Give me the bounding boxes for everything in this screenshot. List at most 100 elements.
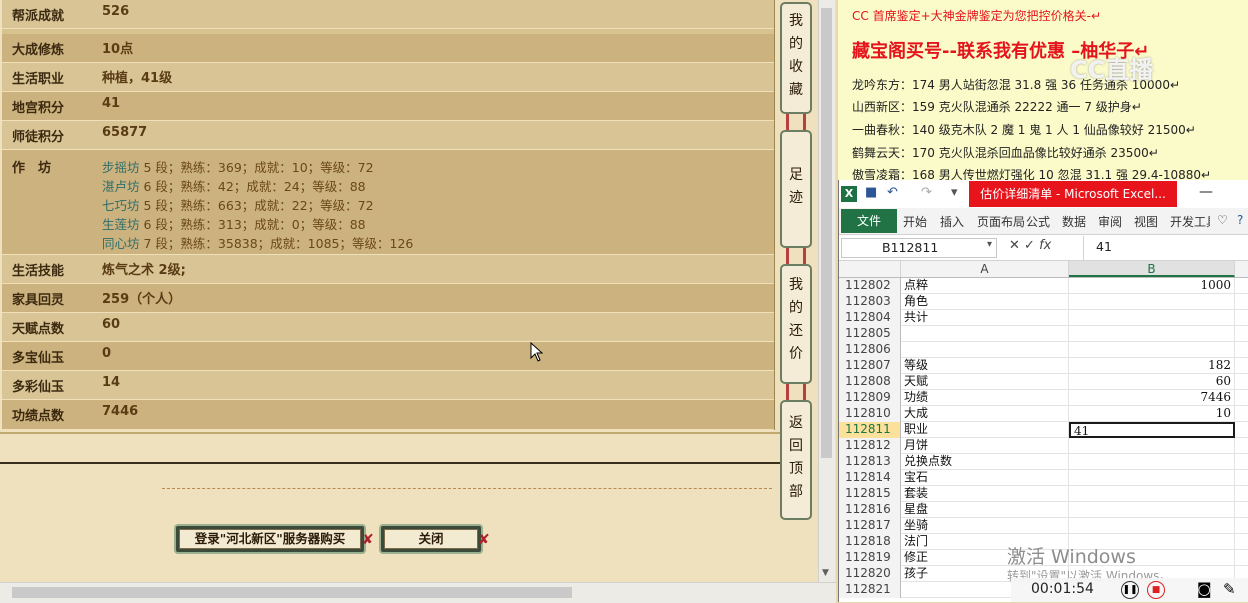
cell-b[interactable] [1069, 342, 1235, 358]
table-row[interactable]: 112806 [839, 342, 1248, 358]
undo-icon[interactable]: ↶ [887, 185, 898, 200]
table-row[interactable]: 112814 宝石 [839, 470, 1248, 486]
table-row[interactable]: 112807 等级 182 [839, 358, 1248, 374]
row-header[interactable]: 112806 [839, 342, 901, 358]
cell-a[interactable]: 等级 [901, 358, 1069, 374]
cell-b[interactable] [1069, 502, 1235, 518]
row-header[interactable]: 112813 [839, 454, 901, 470]
cell-a[interactable]: 功绩 [901, 390, 1069, 406]
cell-b[interactable] [1069, 438, 1235, 454]
pencil-icon[interactable]: ✎ [1223, 580, 1236, 598]
active-cell-b[interactable]: 41 [1069, 422, 1235, 438]
tab-data[interactable]: 数据 [1062, 213, 1086, 230]
horizontal-scrollbar[interactable] [0, 582, 836, 603]
tab-my-favorites[interactable]: 我的收藏 [780, 2, 812, 114]
cell-b[interactable] [1069, 454, 1235, 470]
cell-b[interactable] [1069, 518, 1235, 534]
row-header[interactable]: 112821 [839, 582, 901, 598]
table-row[interactable]: 112816 星盘 [839, 502, 1248, 518]
cell-a[interactable]: 大成 [901, 406, 1069, 422]
cell-b[interactable]: 60 [1069, 374, 1235, 390]
table-row[interactable]: 112803 角色 [839, 294, 1248, 310]
scroll-down-icon[interactable]: ▼ [822, 568, 829, 578]
cell-a[interactable]: 点粹 [901, 278, 1069, 294]
cell-b[interactable]: 7446 [1069, 390, 1235, 406]
tab-file[interactable]: 文件 [841, 209, 897, 233]
cancel-icon[interactable]: ✕ [1009, 238, 1020, 253]
table-row[interactable]: 112811 职业 41 [839, 422, 1248, 438]
customize-qat-icon[interactable]: ▾ [951, 185, 958, 200]
cell-a[interactable]: 共计 [901, 310, 1069, 326]
column-header-a[interactable]: A [901, 261, 1069, 277]
cell-a[interactable]: 角色 [901, 294, 1069, 310]
row-header[interactable]: 112814 [839, 470, 901, 486]
row-header[interactable]: 112804 [839, 310, 901, 326]
cell-a[interactable]: 星盘 [901, 502, 1069, 518]
table-row[interactable]: 112808 天赋 60 [839, 374, 1248, 390]
pause-icon[interactable]: ❚❚ [1121, 581, 1139, 599]
redo-icon[interactable]: ↷ [921, 185, 932, 200]
table-row[interactable]: 112809 功绩 7446 [839, 390, 1248, 406]
name-box-dropdown-icon[interactable]: ▾ [987, 239, 992, 250]
cell-a[interactable] [901, 326, 1069, 342]
name-box[interactable]: B112811 [841, 238, 997, 258]
tab-home[interactable]: 开始 [903, 213, 927, 230]
ribbon-collapse-icon[interactable]: ♡ [1217, 213, 1228, 227]
row-header[interactable]: 112820 [839, 566, 901, 582]
cell-a[interactable]: 月饼 [901, 438, 1069, 454]
tab-view[interactable]: 视图 [1134, 213, 1158, 230]
save-icon[interactable]: ■ [865, 185, 877, 200]
row-header[interactable]: 112802 [839, 278, 901, 294]
row-header[interactable]: 112808 [839, 374, 901, 390]
tab-back-to-top[interactable]: 返回顶部 [780, 400, 812, 520]
row-header[interactable]: 112812 [839, 438, 901, 454]
table-row[interactable]: 112810 大成 10 [839, 406, 1248, 422]
cell-b[interactable]: 10 [1069, 406, 1235, 422]
cell-a[interactable]: 坐骑 [901, 518, 1069, 534]
row-header[interactable]: 112807 [839, 358, 901, 374]
row-header[interactable]: 112809 [839, 390, 901, 406]
cell-b[interactable] [1069, 326, 1235, 342]
tab-footprints[interactable]: 足迹 [780, 130, 812, 248]
row-header[interactable]: 112811 [839, 422, 901, 438]
cell-a[interactable]: 职业 [901, 422, 1069, 438]
tab-insert[interactable]: 插入 [940, 213, 964, 230]
minimize-button[interactable]: — [1199, 184, 1213, 200]
tab-my-offers[interactable]: 我的还价 [780, 264, 812, 384]
cell-b[interactable]: 182 [1069, 358, 1235, 374]
camera-icon[interactable]: ◙ [1197, 580, 1212, 598]
row-header[interactable]: 112818 [839, 534, 901, 550]
vertical-scrollbar[interactable]: ▼ [818, 0, 835, 582]
table-row[interactable]: 112804 共计 [839, 310, 1248, 326]
tab-review[interactable]: 审阅 [1098, 213, 1122, 230]
row-header[interactable]: 112803 [839, 294, 901, 310]
table-row[interactable]: 112805 [839, 326, 1248, 342]
table-row[interactable]: 112815 套装 [839, 486, 1248, 502]
column-header-b[interactable]: B [1069, 261, 1235, 277]
row-header[interactable]: 112805 [839, 326, 901, 342]
help-icon[interactable]: ? [1237, 213, 1243, 227]
row-header[interactable]: 112810 [839, 406, 901, 422]
scrollbar-thumb[interactable] [821, 8, 832, 458]
row-header[interactable]: 112817 [839, 518, 901, 534]
cell-a[interactable]: 套装 [901, 486, 1069, 502]
row-header[interactable]: 112816 [839, 502, 901, 518]
table-row[interactable]: 112817 坐骑 [839, 518, 1248, 534]
tab-formulas[interactable]: 公式 [1026, 213, 1050, 230]
table-row[interactable]: 112802 点粹 1000 [839, 278, 1248, 294]
cell-b[interactable]: 1000 [1069, 278, 1235, 294]
enter-icon[interactable]: ✓ [1024, 238, 1035, 253]
scrollbar-thumb[interactable] [12, 587, 572, 598]
cell-a[interactable]: 宝石 [901, 470, 1069, 486]
tab-page-layout[interactable]: 页面布局 [977, 213, 1025, 230]
cell-b[interactable] [1069, 310, 1235, 326]
cell-b[interactable] [1069, 294, 1235, 310]
row-header[interactable]: 112819 [839, 550, 901, 566]
cell-a[interactable] [901, 342, 1069, 358]
stop-record-icon[interactable]: ■ [1147, 581, 1165, 599]
table-row[interactable]: 112812 月饼 [839, 438, 1248, 454]
formula-input[interactable]: 41 [1083, 236, 1248, 260]
row-header[interactable]: 112815 [839, 486, 901, 502]
login-server-buy-button[interactable]: 登录"河北新区"服务器购买 [174, 524, 366, 554]
table-row[interactable]: 112813 兑换点数 [839, 454, 1248, 470]
